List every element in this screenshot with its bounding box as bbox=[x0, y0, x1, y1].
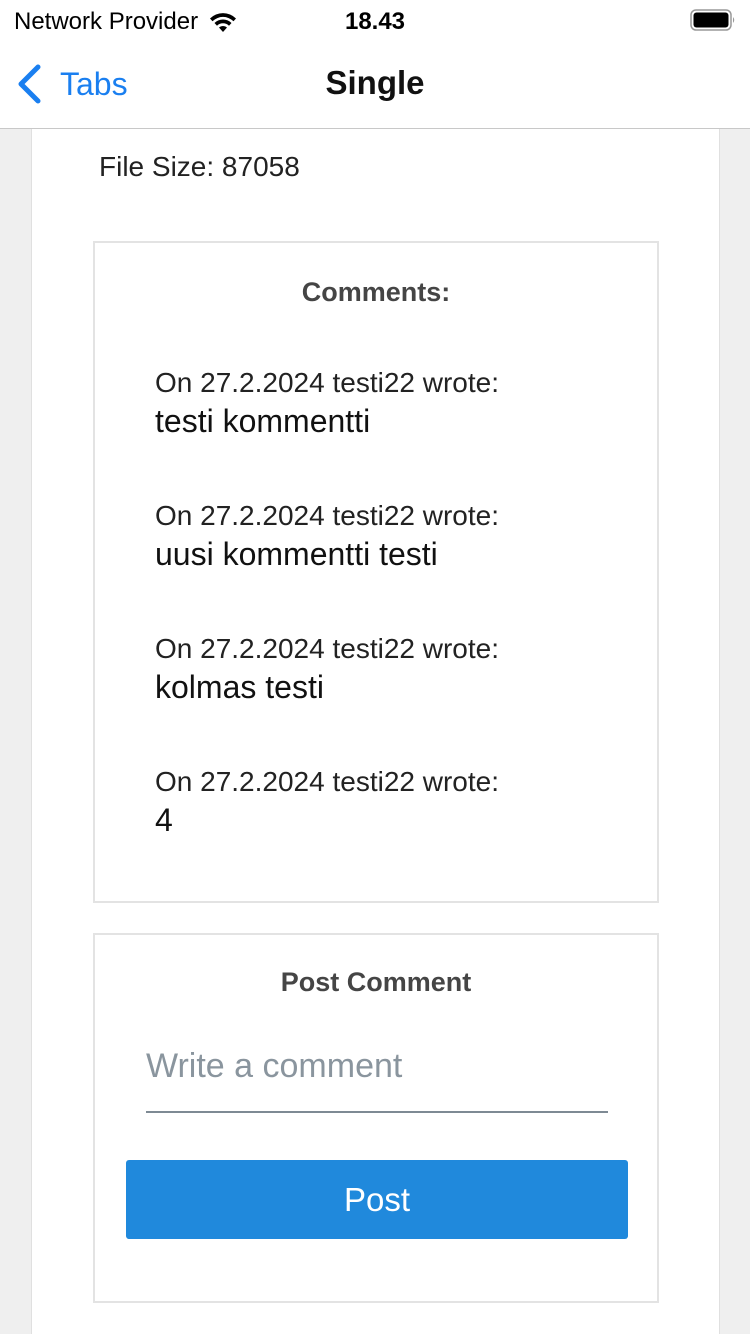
single-content: File Size: 87058 Comments: On 27.2.2024 … bbox=[31, 129, 720, 1334]
battery-icon bbox=[690, 9, 735, 31]
page-title: Single bbox=[325, 64, 425, 101]
comment-item: On 27.2.2024 testi22 wrote: testi kommen… bbox=[155, 367, 499, 440]
comment-meta: On 27.2.2024 testi22 wrote: bbox=[155, 766, 499, 797]
navigation-bar: Tabs Single bbox=[0, 42, 750, 129]
comment-item: On 27.2.2024 testi22 wrote: uusi komment… bbox=[155, 500, 499, 573]
comment-item: On 27.2.2024 testi22 wrote: kolmas testi bbox=[155, 633, 499, 706]
post-button[interactable]: Post bbox=[126, 1160, 628, 1239]
comment-meta: On 27.2.2024 testi22 wrote: bbox=[155, 367, 499, 398]
comment-text: testi kommentti bbox=[155, 403, 371, 439]
post-comment-title: Post Comment bbox=[280, 967, 472, 997]
comment-meta: On 27.2.2024 testi22 wrote: bbox=[155, 500, 499, 531]
comment-text: 4 bbox=[155, 802, 173, 838]
comments-card: Comments: On 27.2.2024 testi22 wrote: te… bbox=[93, 241, 659, 903]
comment-meta: On 27.2.2024 testi22 wrote: bbox=[155, 633, 499, 664]
comments-title: Comments: bbox=[301, 277, 451, 307]
file-size: File Size: 87058 bbox=[99, 151, 300, 182]
comment-text: uusi kommentti testi bbox=[155, 536, 438, 572]
status-bar: Network Provider 18.43 bbox=[0, 0, 750, 42]
comment-text: kolmas testi bbox=[155, 669, 324, 705]
comment-item: On 27.2.2024 testi22 wrote: 4 bbox=[155, 766, 499, 839]
post-comment-card: Post Comment Post bbox=[93, 933, 659, 1303]
status-time: 18.43 bbox=[344, 8, 406, 35]
comment-input[interactable] bbox=[146, 1035, 608, 1113]
